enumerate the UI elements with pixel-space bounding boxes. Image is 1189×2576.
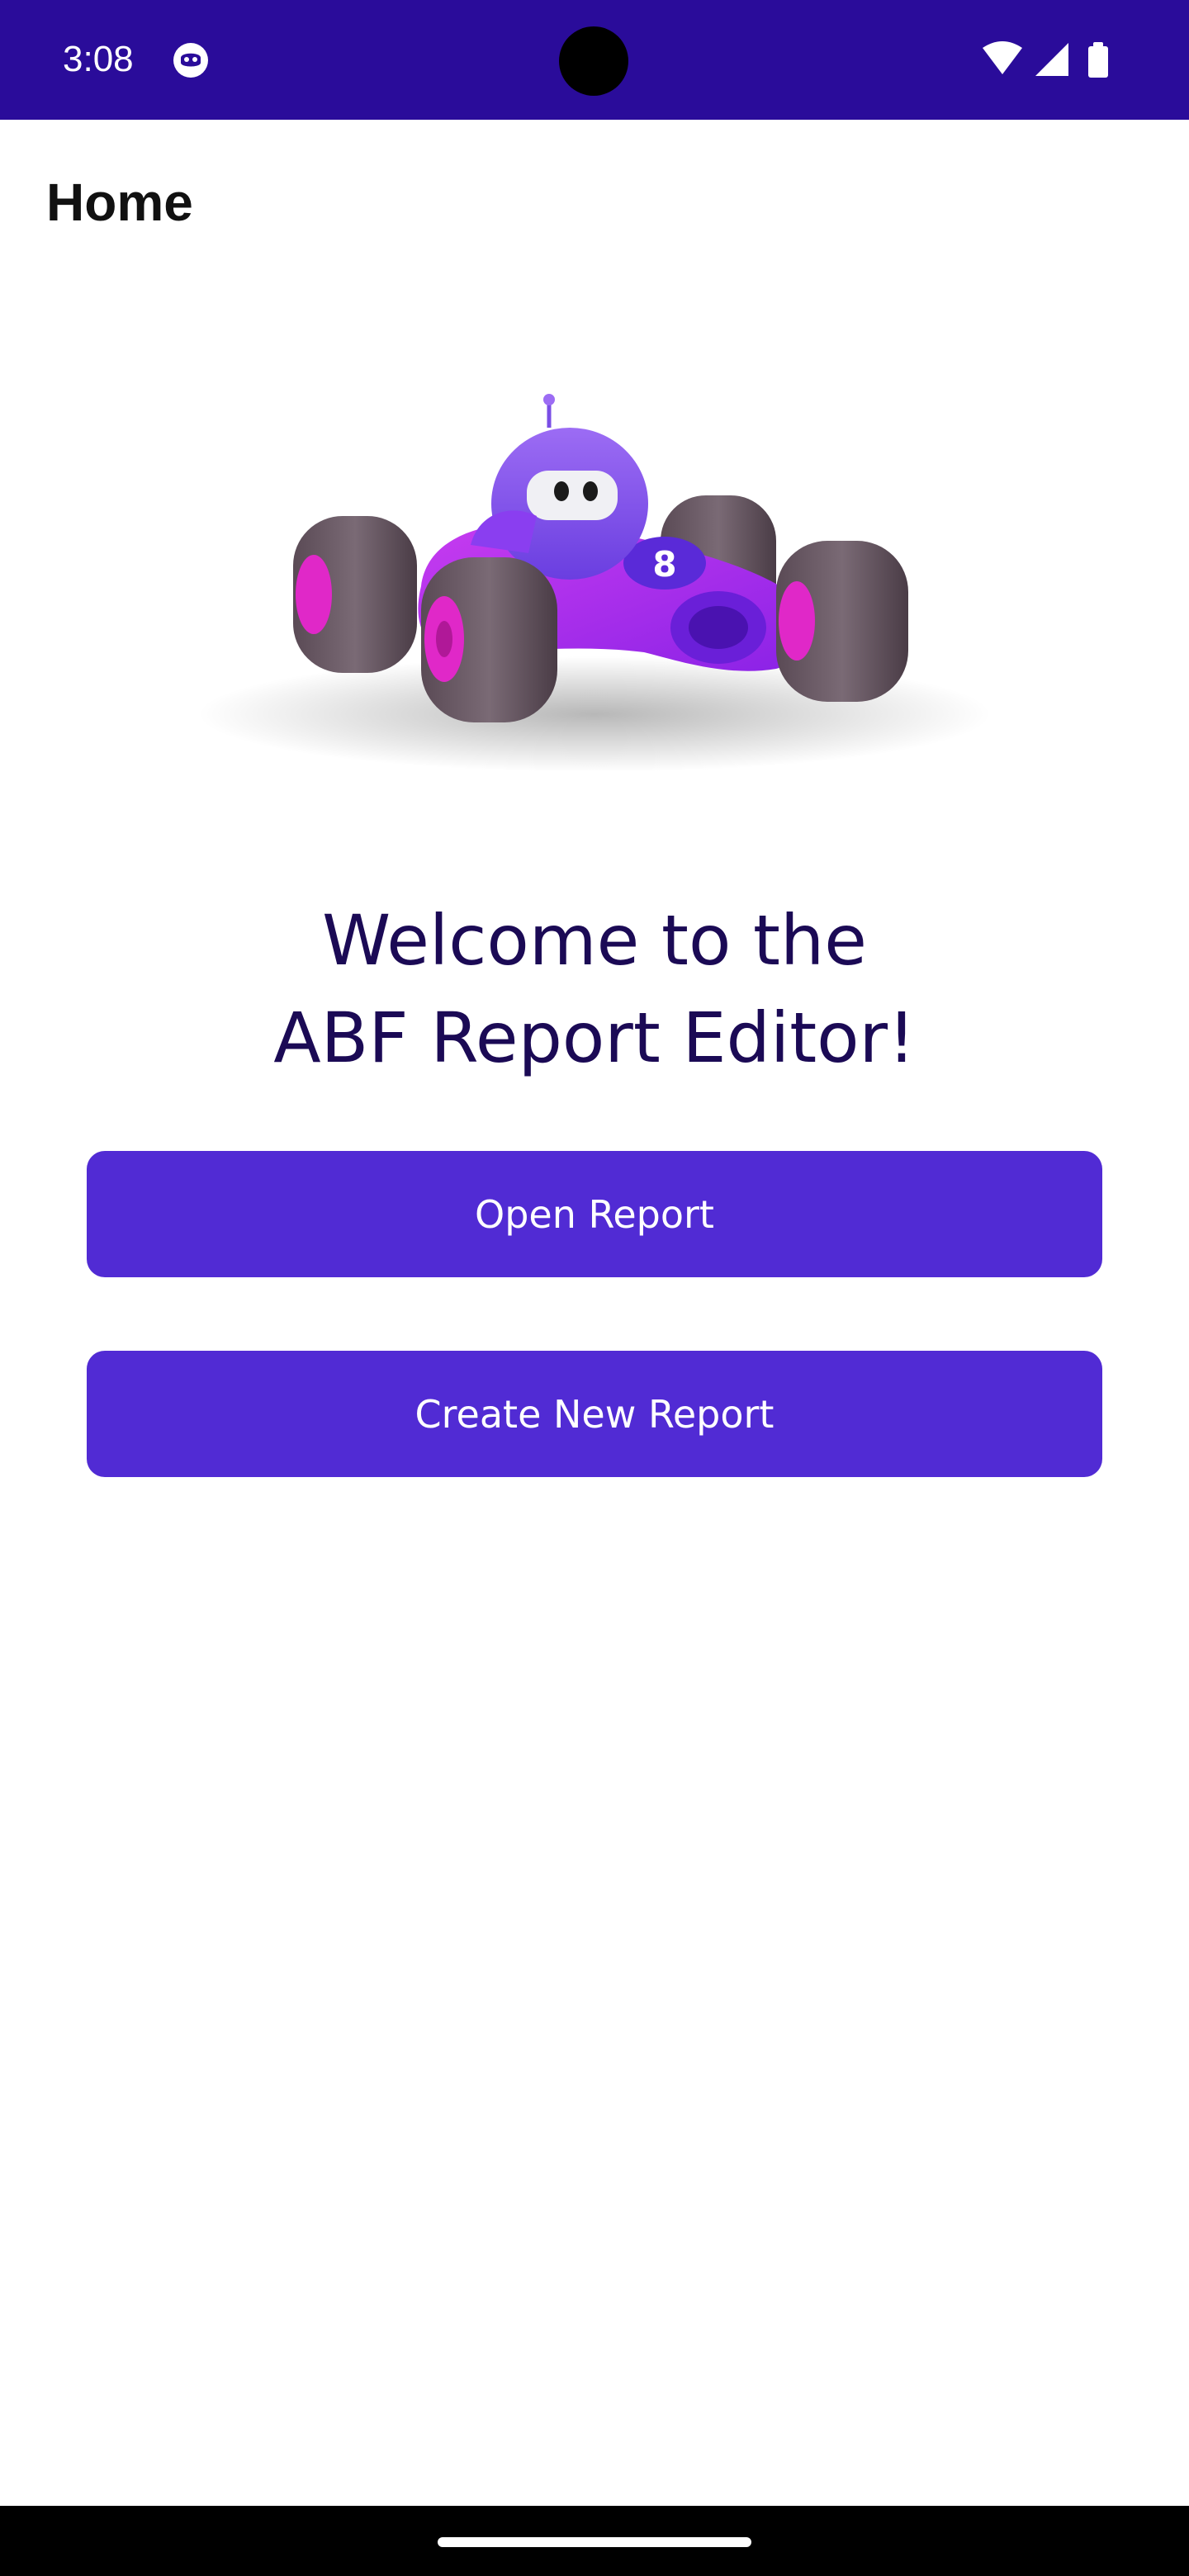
race-car-robot-illustration: 8	[198, 394, 991, 772]
welcome-line-2: ABF Report Editor!	[273, 997, 916, 1078]
system-navigation-bar	[0, 2506, 1189, 2576]
wifi-icon	[983, 41, 1022, 74]
home-gesture-handle[interactable]	[438, 2537, 751, 2547]
welcome-line-1: Welcome to the	[322, 900, 867, 981]
cellular-signal-icon	[1035, 43, 1068, 76]
welcome-heading: Welcome to the ABF Report Editor!	[0, 892, 1189, 1087]
app-notification-icon	[173, 43, 208, 78]
status-icons	[983, 41, 1108, 78]
status-bar: 3:08	[0, 0, 1189, 120]
app-header: Home	[0, 120, 1189, 285]
camera-cutout	[559, 26, 628, 96]
status-time: 3:08	[63, 39, 134, 79]
page-title: Home	[46, 173, 193, 232]
create-new-report-button[interactable]: Create New Report	[87, 1351, 1102, 1477]
battery-icon	[1088, 42, 1108, 78]
svg-text:8: 8	[652, 544, 676, 585]
open-report-button[interactable]: Open Report	[87, 1151, 1102, 1277]
